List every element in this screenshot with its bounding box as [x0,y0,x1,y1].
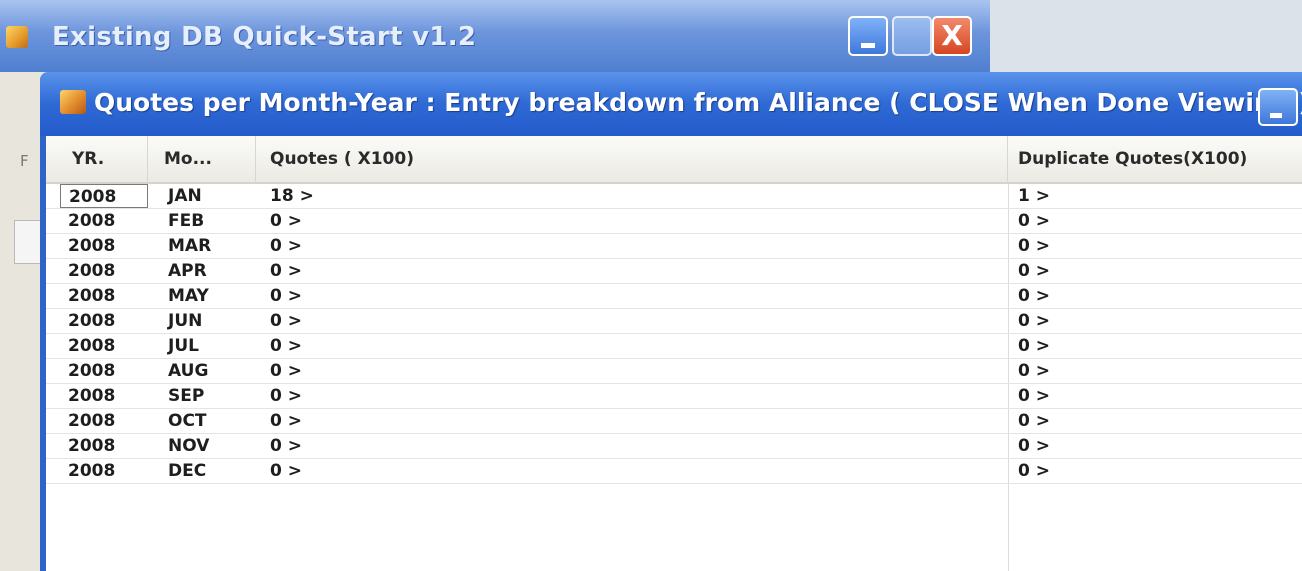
cell-quotes[interactable]: 0 > [256,384,1008,408]
cell-month[interactable]: JUN [148,309,256,333]
column-header-month[interactable]: Mo... [148,136,256,182]
cell-duplicates[interactable]: 0 > [1008,334,1302,358]
app-icon [6,26,28,48]
cell-quotes[interactable]: 18 > [256,184,1008,208]
cell-month[interactable]: FEB [148,209,256,233]
quotes-window: Quotes per Month-Year : Entry breakdown … [40,72,1302,571]
column-header-duplicates[interactable]: Duplicate Quotes(X100) [1008,136,1302,182]
table-row[interactable]: 2008 SEP 0 > 0 > [46,384,1302,409]
cell-month[interactable]: APR [148,259,256,283]
table-row[interactable]: 2008 JUL 0 > 0 > [46,334,1302,359]
outer-label: F [20,152,29,170]
cell-quotes[interactable]: 0 > [256,459,1008,483]
inner-minimize-button[interactable] [1258,88,1298,126]
cell-duplicates[interactable]: 0 > [1008,434,1302,458]
cell-duplicates[interactable]: 0 > [1008,459,1302,483]
cell-quotes[interactable]: 0 > [256,284,1008,308]
cell-duplicates[interactable]: 0 > [1008,359,1302,383]
column-header-year[interactable]: YR. [60,136,148,182]
cell-year[interactable]: 2008 [60,284,148,308]
cell-year[interactable]: 2008 [60,234,148,258]
cell-month[interactable]: NOV [148,434,256,458]
column-header-quotes[interactable]: Quotes ( X100) [256,136,1008,182]
cell-quotes[interactable]: 0 > [256,409,1008,433]
cell-year[interactable]: 2008 [60,184,148,208]
table-row[interactable]: 2008 FEB 0 > 0 > [46,209,1302,234]
cell-month[interactable]: JUL [148,334,256,358]
table-row[interactable]: 2008 DEC 0 > 0 > [46,459,1302,484]
table-row[interactable]: 2008 APR 0 > 0 > [46,259,1302,284]
table-row[interactable]: 2008 OCT 0 > 0 > [46,409,1302,434]
quotes-grid[interactable]: YR. Mo... Quotes ( X100) Duplicate Quote… [46,136,1302,571]
cell-quotes[interactable]: 0 > [256,259,1008,283]
outer-window-title: Existing DB Quick-Start v1.2 [52,22,477,52]
cell-year[interactable]: 2008 [60,384,148,408]
table-row[interactable]: 2008 MAY 0 > 0 > [46,284,1302,309]
cell-year[interactable]: 2008 [60,259,148,283]
cell-duplicates[interactable]: 0 > [1008,209,1302,233]
close-button[interactable]: X [932,16,972,56]
cell-year[interactable]: 2008 [60,359,148,383]
cell-quotes[interactable]: 0 > [256,359,1008,383]
cell-quotes[interactable]: 0 > [256,434,1008,458]
cell-quotes[interactable]: 0 > [256,209,1008,233]
cell-year[interactable]: 2008 [60,409,148,433]
cell-month[interactable]: DEC [148,459,256,483]
cell-month[interactable]: OCT [148,409,256,433]
table-row[interactable]: 2008 MAR 0 > 0 > [46,234,1302,259]
cell-year[interactable]: 2008 [60,434,148,458]
cell-quotes[interactable]: 0 > [256,234,1008,258]
cell-month[interactable]: SEP [148,384,256,408]
inner-window-title: Quotes per Month-Year : Entry breakdown … [94,88,1302,117]
table-row[interactable]: 2008 JUN 0 > 0 > [46,309,1302,334]
minimize-button[interactable] [848,16,888,56]
cell-year[interactable]: 2008 [60,334,148,358]
desktop-background [990,0,1302,72]
cell-month[interactable]: MAR [148,234,256,258]
cell-duplicates[interactable]: 0 > [1008,234,1302,258]
maximize-button[interactable] [892,16,932,56]
grid-header: YR. Mo... Quotes ( X100) Duplicate Quote… [46,136,1302,184]
table-row[interactable]: 2008 JAN 18 > 1 > [46,184,1302,209]
cell-quotes[interactable]: 0 > [256,334,1008,358]
table-row[interactable]: 2008 NOV 0 > 0 > [46,434,1302,459]
cell-duplicates[interactable]: 0 > [1008,309,1302,333]
cell-year[interactable]: 2008 [60,309,148,333]
cell-duplicates[interactable]: 0 > [1008,259,1302,283]
cell-month[interactable]: JAN [148,184,256,208]
cell-duplicates[interactable]: 0 > [1008,284,1302,308]
cell-duplicates[interactable]: 0 > [1008,384,1302,408]
app-icon [60,90,86,114]
inner-titlebar[interactable]: Quotes per Month-Year : Entry breakdown … [40,72,1302,136]
close-icon: X [941,19,963,52]
grid-rows: 2008 JAN 18 > 1 > 2008 FEB 0 > 0 > 2008 … [46,184,1302,484]
outer-titlebar[interactable]: Existing DB Quick-Start v1.2 X [0,0,990,72]
cell-month[interactable]: AUG [148,359,256,383]
cell-year[interactable]: 2008 [60,209,148,233]
cell-year[interactable]: 2008 [60,459,148,483]
cell-duplicates[interactable]: 1 > [1008,184,1302,208]
table-row[interactable]: 2008 AUG 0 > 0 > [46,359,1302,384]
cell-duplicates[interactable]: 0 > [1008,409,1302,433]
cell-quotes[interactable]: 0 > [256,309,1008,333]
cell-month[interactable]: MAY [148,284,256,308]
